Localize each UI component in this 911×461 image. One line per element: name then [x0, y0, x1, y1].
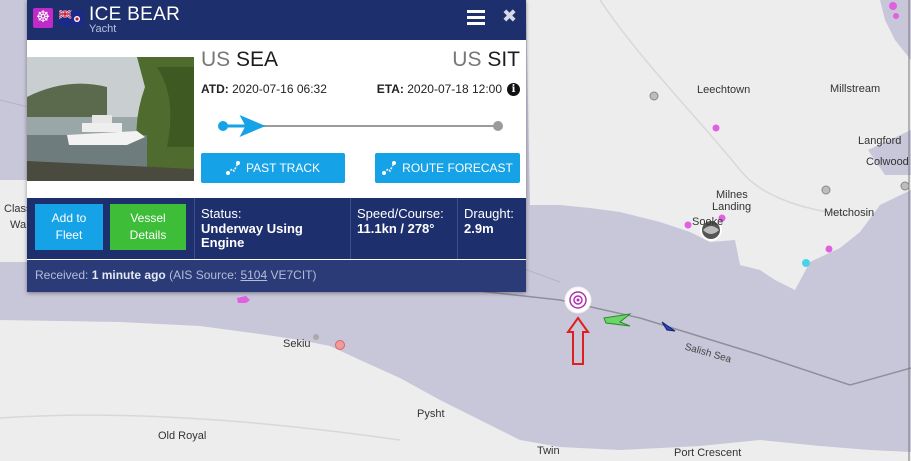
received-prefix: Received: [35, 268, 89, 282]
map-label-port-crescent: Port Crescent [674, 447, 742, 459]
voyage-progress-bar [218, 115, 503, 137]
eta-row: ETA: 2020-07-18 12:00 [377, 82, 502, 96]
ais-source-prefix: (AIS Source: [169, 268, 238, 282]
info-icon[interactable]: i [507, 83, 520, 96]
add-to-fleet-button[interactable]: Add to Fleet [35, 204, 103, 250]
map-label-sekiu: Sekiu [283, 338, 311, 350]
atd-label: ATD: [201, 82, 229, 96]
departure-country: US [201, 48, 231, 71]
draught-label: Draught: [464, 206, 514, 221]
destination-country: US [452, 48, 482, 71]
map-label-leechtown: Leechtown [697, 84, 751, 96]
vessel-info-bar: Add to Fleet Vessel Details Status: Underw… [27, 198, 526, 259]
draught-value: 2.9m [464, 221, 494, 236]
map-label-sooke: Sooke [692, 216, 724, 228]
speed-course-cell: Speed/Course: 11.1kn / 278° [350, 198, 457, 259]
status-value: Underway Using Engine [201, 221, 303, 250]
vessel-details-label-1: Vessel [130, 211, 166, 225]
destination-dot [493, 121, 503, 131]
atd-value: 2020-07-16 06:32 [232, 82, 327, 96]
forecast-route-icon [382, 161, 397, 175]
hamburger-menu-icon[interactable] [467, 10, 485, 26]
map-label-milnes-2: Landing [712, 201, 752, 213]
cayman-islands-flag-icon [59, 10, 83, 26]
status-label: Status: [201, 206, 242, 221]
eta-value: 2020-07-18 12:00 [407, 82, 502, 96]
map-label-colwood: Colwood [866, 156, 909, 168]
map-label-metchosin: Metchosin [824, 207, 875, 219]
add-to-fleet-label-1: Add to [51, 211, 87, 225]
panel-header: ☸ ICE BEAR Yacht ✖ [27, 0, 526, 40]
past-track-button[interactable]: PAST TRACK [201, 153, 345, 183]
map-label-wa: Wa [10, 219, 27, 231]
speed-course-value: 11.1kn / 278° [357, 221, 435, 236]
add-to-fleet-label-2: Fleet [55, 228, 83, 242]
vessel-details-button[interactable]: Vessel Details [110, 204, 186, 250]
eta-label: ETA: [376, 82, 404, 96]
route-forecast-button[interactable]: ROUTE FORECAST [375, 153, 520, 183]
atd-row: ATD: 2020-07-16 06:32 [201, 82, 327, 96]
track-route-icon [225, 161, 240, 175]
departure-port-code: SEA [236, 48, 279, 71]
destination-port[interactable]: US SIT [452, 48, 520, 72]
speed-course-label: Speed/Course: [357, 206, 444, 221]
map-label-old-royal: Old Royal [158, 430, 207, 442]
vessel-details-label-2: Details [129, 228, 167, 242]
vessel-photo[interactable] [27, 57, 194, 181]
origin-dot [218, 121, 228, 131]
map-label-langford: Langford [858, 135, 902, 147]
draught-cell: Draught: 2.9m [457, 198, 527, 259]
destination-port-code: SIT [487, 48, 520, 71]
ais-source-link[interactable]: 5104 [240, 268, 267, 282]
vessel-type: Yacht [89, 23, 117, 35]
received-bar: Received: 1 minute ago (AIS Source: 5104… [27, 260, 526, 292]
received-text: Received: 1 minute ago (AIS Source: 5104… [35, 260, 317, 290]
departure-port[interactable]: US SEA [201, 48, 278, 72]
map-label-millstream: Millstream [830, 83, 881, 95]
status-cell: Status: Underway Using Engine [194, 198, 350, 259]
map-label-twin: Twin [537, 445, 560, 457]
past-track-label: PAST TRACK [245, 161, 321, 175]
ais-source-suffix: VE7CIT) [270, 268, 317, 282]
helm-wheel-icon: ☸ [33, 8, 53, 28]
map-label-milnes-1: Milnes [716, 189, 748, 201]
route-forecast-label: ROUTE FORECAST [402, 161, 513, 175]
close-icon[interactable]: ✖ [502, 6, 517, 27]
map-label-pysht: Pysht [417, 408, 445, 420]
vessel-info-panel: ☸ ICE BEAR Yacht ✖ US SEA US SIT ATD: 20… [27, 0, 526, 292]
received-age: 1 minute ago [91, 268, 166, 282]
